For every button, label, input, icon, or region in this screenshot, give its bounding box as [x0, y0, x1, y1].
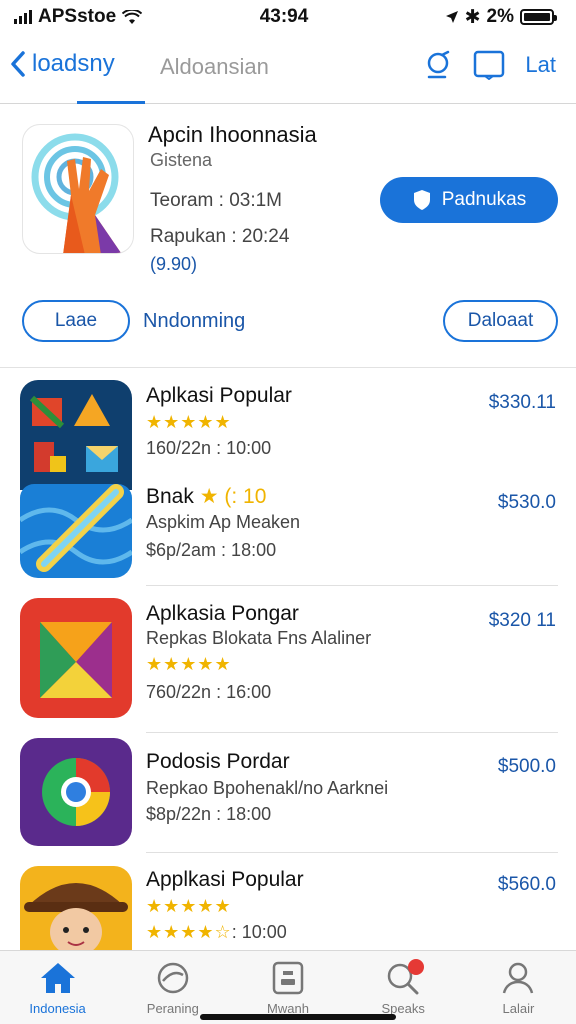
app-meta: $8p/22n : 18:00 [146, 804, 272, 824]
price-button[interactable]: $320 11 [489, 610, 556, 632]
nav-right-link[interactable]: Lat [525, 52, 556, 78]
featured-app-meta: Teoram : 03:1M [150, 190, 282, 211]
tablet-icon[interactable] [473, 50, 505, 80]
app-meta: $6p/2am : 18:00 [146, 540, 277, 560]
featured-app-icon[interactable] [22, 124, 134, 254]
notification-badge [407, 959, 424, 975]
battery-icon [520, 9, 557, 25]
carrier-label: APSstoe [38, 6, 117, 27]
app-icon[interactable] [20, 738, 132, 846]
status-time: 43:94 [259, 6, 309, 27]
list-item[interactable]: Podosis Pordar Repkao Bpohenakl/no Aarkn… [0, 738, 576, 850]
price-button[interactable]: $530.0 [498, 492, 556, 514]
app-icon[interactable] [20, 380, 132, 578]
divider [146, 852, 558, 853]
tab-label: Indonesia [29, 1001, 86, 1016]
bluetooth-icon: ✱ [464, 6, 481, 28]
mid-link[interactable]: Nndonming [143, 310, 245, 333]
app-name: Aplkasi Popular [146, 384, 292, 407]
apps-icon [272, 961, 304, 995]
app-name: Bnak ★ (: 10 [146, 485, 267, 508]
divider [146, 732, 558, 733]
app-meta: 160/22n : 10:00 [146, 438, 272, 458]
featured-app-rating: (9.90) [150, 254, 198, 274]
get-button-label: Padnukas [441, 189, 527, 210]
battery-label: 2% [486, 6, 514, 27]
location-icon [445, 11, 458, 23]
chevron-left-icon [11, 51, 25, 77]
app-desc: Repkao Bpohenakl/no Aarknei [146, 778, 389, 798]
status-bar: APSstoe 43:94 ✱ 2% [0, 0, 576, 34]
featured-app-meta: Rapukan : 20:24 [150, 226, 290, 247]
tab-indonesia[interactable]: Indonesia [0, 951, 115, 1024]
nav-tab-secondary[interactable]: Aldoansian [160, 54, 269, 80]
compass-icon [157, 962, 189, 994]
tab-bar: Indonesia Peraning Mwanh Speaks Lalair [0, 950, 576, 1024]
download-button[interactable]: Daloaat [443, 300, 558, 342]
share-icon[interactable] [423, 50, 453, 80]
app-name: Applkasi Popular [146, 868, 304, 891]
tab-label: Lalair [502, 1001, 535, 1016]
list-item[interactable]: Aplkasia Pongar Repkas Blokata Fns Alali… [0, 598, 576, 728]
price-button[interactable]: $560.0 [498, 874, 556, 896]
star-rating: ★★★★☆ [146, 922, 232, 942]
app-desc: Repkas Blokata Fns Alaliner [146, 628, 372, 648]
home-icon [40, 963, 75, 993]
app-desc: Aspkim Ap Meaken [146, 512, 301, 532]
star-rating: ★★★★★ [146, 412, 232, 432]
signal-icon [14, 10, 32, 24]
home-indicator [200, 1014, 396, 1020]
nav-bar: loadsny Aldoansian Lat [0, 34, 576, 104]
app-icon[interactable] [20, 866, 132, 952]
divider [146, 585, 558, 586]
get-button[interactable]: Padnukas [380, 177, 558, 223]
pill-button-left[interactable]: Laae [22, 300, 130, 342]
app-name: Podosis Pordar [146, 750, 290, 773]
list-item[interactable]: Aplkasi Popular ★★★★★ 160/22n : 10:00 $3… [0, 380, 576, 580]
wifi-icon [122, 9, 143, 24]
tab-lalair[interactable]: Lalair [461, 951, 576, 1024]
app-icon[interactable] [20, 598, 132, 718]
star-icon: ★ (: 10 [199, 485, 267, 508]
app-meta: 760/22n : 16:00 [146, 682, 272, 702]
featured-app-card: Apcin Ihoonnasia Gistena Teoram : 03:1M … [0, 104, 576, 368]
price-button[interactable]: $330.11 [489, 392, 556, 414]
tab-label: Peraning [146, 1001, 199, 1016]
featured-app-title: Apcin Ihoonnasia [148, 122, 317, 147]
back-label: loadsny [32, 50, 115, 77]
shield-icon [413, 190, 430, 210]
featured-app-subtitle: Gistena [150, 150, 213, 170]
app-meta: ★★★★☆: 10:00 [146, 922, 287, 943]
price-button[interactable]: $500.0 [498, 756, 556, 778]
star-rating: ★★★★★ [146, 896, 232, 916]
app-name: Aplkasia Pongar [146, 602, 299, 625]
list-item[interactable]: Applkasi Popular ★★★★★ ★★★★☆: 10:00 $560… [0, 866, 576, 952]
app-meta-text: : 10:00 [231, 922, 287, 942]
star-rating: ★★★★★ [146, 654, 232, 674]
back-button[interactable]: loadsny [10, 50, 115, 78]
person-icon [503, 962, 534, 994]
